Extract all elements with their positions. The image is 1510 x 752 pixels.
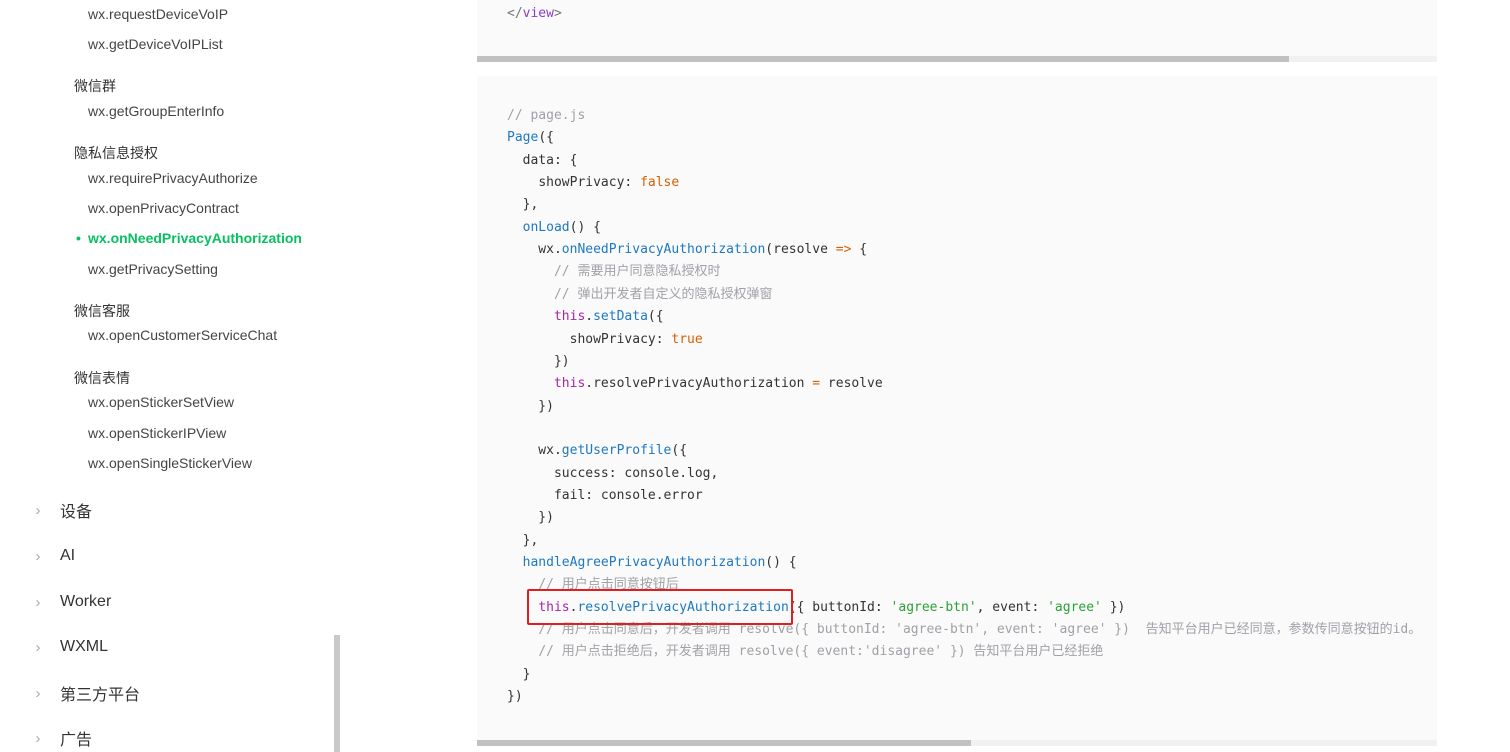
code-line: onLoad() { [522,219,601,235]
sidebar-item-openStickerIPView[interactable]: wx.openStickerIPView [88,425,226,441]
code-line: }) [507,510,554,526]
code-line: Page({ [507,130,554,146]
sidebar-item-openStickerSetView[interactable]: wx.openStickerSetView [88,394,234,410]
code-line: }, [507,532,539,548]
category-label: 广告 [60,732,93,749]
code-hscrollbar-top[interactable] [477,56,1437,62]
code-line: }) [507,398,554,414]
active-item-bullet: • [76,230,81,246]
code-hscrollbar-main[interactable] [477,740,1437,746]
chevron-right-icon: › [35,684,41,702]
code-line: showPrivacy: false [538,175,680,191]
code-line: wx.getUserProfile({ [507,443,688,459]
category-label: Worker [60,593,112,610]
code-line: }) [507,689,523,705]
chevron-right-icon: › [35,593,41,611]
code-line: this.setData({ [553,309,664,325]
chevron-right-icon: › [35,501,41,519]
group-title-customer-service: 微信客服 [74,303,130,319]
code-line: // 需要用户同意隐私授权时 [553,264,721,280]
sidebar-item-requestDeviceVoIP[interactable]: wx.requestDeviceVoIP [88,6,228,22]
code-line: showPrivacy: true [569,331,703,347]
sidebar-item-requirePrivacyAuthorize[interactable]: wx.requirePrivacyAuthorize [88,170,258,186]
code-block-wxml [477,0,1437,56]
code-line: // 弹出开发者自定义的隐私授权弹窗 [553,286,773,302]
group-title-wechat-group: 微信群 [74,78,116,94]
hscrollbar-thumb[interactable] [477,740,971,746]
category-wxml[interactable]: › WXML [30,635,109,659]
code-line: handleAgreePrivacyAuthorization() { [522,555,797,570]
sidebar-item-getPrivacySetting[interactable]: wx.getPrivacySetting [88,261,218,277]
code-line-close-view: </view> [507,6,562,21]
category-third-party[interactable]: › 第三方平台 [30,681,141,705]
code-line: success: console.log, [553,465,719,481]
code-line: // page.js [507,108,586,123]
sidebar-item-openSingleStickerView[interactable]: wx.openSingleStickerView [88,455,252,471]
chevron-right-icon: › [35,638,41,656]
chevron-right-icon: › [35,547,41,565]
category-ai[interactable]: › AI [30,544,76,568]
code-line: } [507,666,531,682]
category-worker[interactable]: › Worker [30,590,112,614]
category-label: AI [60,547,76,564]
sidebar-item-getGroupEnterInfo[interactable]: wx.getGroupEnterInfo [88,103,224,119]
code-line: fail: console.error [553,487,703,503]
group-title-privacy: 隐私信息授权 [74,145,158,161]
category-label: WXML [60,638,108,655]
sidebar-item-openPrivacyContract[interactable]: wx.openPrivacyContract [88,200,239,216]
category-ads[interactable]: › 广告 [30,726,93,750]
category-label: 设备 [60,504,93,521]
chevron-right-icon: › [35,729,41,747]
code-line: data: { [522,152,578,168]
sidebar-item-onNeedPrivacyAuthorization[interactable]: wx.onNeedPrivacyAuthorization [88,230,302,246]
code-line: }) [507,353,570,369]
hscrollbar-thumb[interactable] [477,56,1289,62]
sidebar: wx.requestDeviceVoIP wx.getDeviceVoIPLis… [0,0,335,752]
category-device[interactable]: › 设备 [30,498,93,522]
group-title-stickers: 微信表情 [74,370,130,386]
sidebar-scrollbar[interactable] [334,635,340,752]
highlight-annotation-box [527,589,793,625]
sidebar-item-openCustomerServiceChat[interactable]: wx.openCustomerServiceChat [88,327,277,343]
code-line: }, [507,197,539,213]
code-line: // 用户点击拒绝后，开发者调用 resolve({ event:'disagr… [538,644,1104,660]
code-line: wx.onNeedPrivacyAuthorization(resolve =>… [507,242,868,258]
sidebar-item-getDeviceVoIPList[interactable]: wx.getDeviceVoIPList [88,36,223,52]
category-label: 第三方平台 [60,687,141,704]
code-line: this.resolvePrivacyAuthorization = resol… [553,376,883,392]
